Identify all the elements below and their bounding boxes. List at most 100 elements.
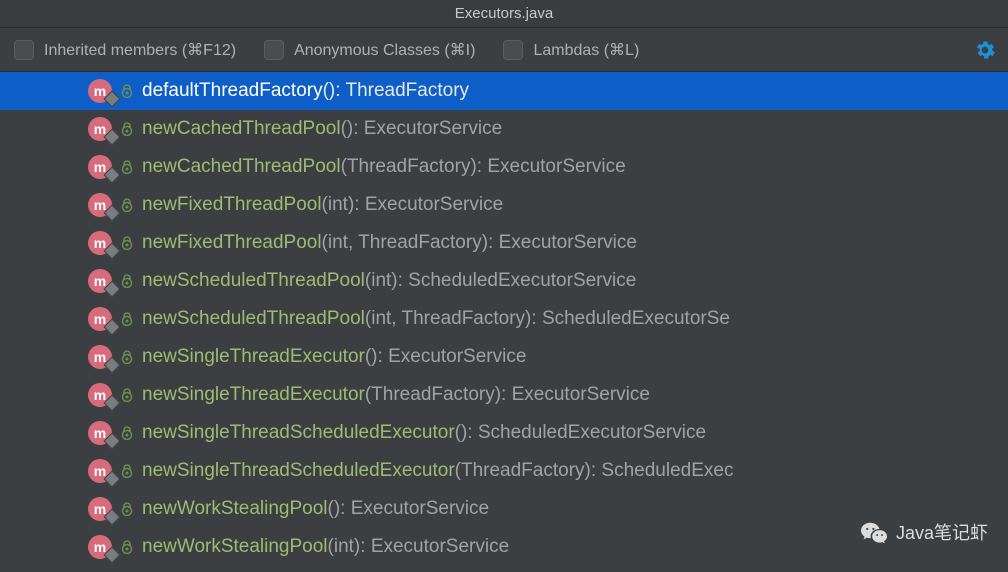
method-list: mdefaultThreadFactory(): ThreadFactorymn… (0, 72, 1008, 572)
window-title: Executors.java (0, 0, 1008, 28)
method-signature: newFixedThreadPool(int, ThreadFactory): … (142, 232, 637, 254)
visibility-icon (120, 312, 134, 326)
visibility-icon (120, 122, 134, 136)
method-name: newSingleThreadExecutor (142, 384, 365, 405)
method-icon: m (88, 459, 112, 483)
method-signature: newCachedThreadPool(ThreadFactory): Exec… (142, 156, 626, 178)
method-params: (): (323, 80, 346, 101)
method-signature: defaultThreadFactory(): ThreadFactory (142, 80, 469, 102)
method-icon: m (88, 535, 112, 559)
method-params: (ThreadFactory): (365, 384, 512, 405)
method-name: newWorkStealingPool (142, 498, 328, 519)
inherited-members-label: Inherited members (⌘F12) (44, 40, 236, 60)
method-signature: newCachedThreadPool(): ExecutorService (142, 118, 502, 140)
method-row[interactable]: m newSingleThreadExecutor(ThreadFactory):… (0, 376, 1008, 414)
method-row[interactable]: m newWorkStealingPool(): ExecutorService (0, 490, 1008, 528)
method-row[interactable]: m newSingleThreadScheduledExecutor(Thread… (0, 452, 1008, 490)
method-params: (): (328, 498, 351, 519)
method-row[interactable]: m newScheduledThreadPool(int, ThreadFacto… (0, 300, 1008, 338)
method-name: newSingleThreadExecutor (142, 346, 365, 367)
toolbar: Inherited members (⌘F12) Anonymous Class… (0, 28, 1008, 72)
method-signature: newSingleThreadScheduledExecutor(): Sche… (142, 422, 706, 444)
method-row[interactable]: m newSingleThreadScheduledExecutor(): Sch… (0, 414, 1008, 452)
visibility-icon (120, 274, 134, 288)
lambdas-checkbox[interactable] (503, 40, 523, 60)
visibility-icon (120, 84, 134, 98)
method-icon: m (88, 193, 112, 217)
method-name: newSingleThreadScheduledExecutor (142, 460, 455, 481)
method-return-type: ExecutorService (487, 156, 625, 177)
method-name: newCachedThreadPool (142, 118, 341, 139)
method-return-type: ScheduledExecutorService (478, 422, 706, 443)
method-params: (): (341, 118, 364, 139)
method-params: (int, ThreadFactory): (322, 232, 499, 253)
visibility-icon (120, 464, 134, 478)
method-params: (int): (322, 194, 365, 215)
visibility-icon (120, 198, 134, 212)
method-icon: m (88, 307, 112, 331)
method-signature: newSingleThreadExecutor(): ExecutorServi… (142, 346, 526, 368)
method-icon: m (88, 383, 112, 407)
method-row[interactable]: m newSingleThreadExecutor(): ExecutorServ… (0, 338, 1008, 376)
method-return-type: ExecutorService (512, 384, 650, 405)
method-icon: m (88, 155, 112, 179)
method-signature: newWorkStealingPool(): ExecutorService (142, 498, 489, 520)
method-icon: m (88, 269, 112, 293)
method-row[interactable]: m newCachedThreadPool(): ExecutorService (0, 110, 1008, 148)
visibility-icon (120, 540, 134, 554)
visibility-icon (120, 426, 134, 440)
method-row[interactable]: m defaultThreadFactory(): ThreadFactory (0, 72, 1008, 110)
lambdas-label: Lambdas (⌘L) (533, 40, 639, 60)
visibility-icon (120, 388, 134, 402)
method-return-type: ExecutorService (365, 194, 503, 215)
method-return-type: ScheduledExecutorSe (542, 308, 730, 329)
anonymous-classes-label: Anonymous Classes (⌘I) (294, 40, 475, 60)
method-row[interactable]: m newCachedThreadPool(ThreadFactory): Exe… (0, 148, 1008, 186)
method-name: newWorkStealingPool (142, 536, 328, 557)
method-return-type: ExecutorService (499, 232, 637, 253)
method-params: (): (365, 346, 388, 367)
method-name: newFixedThreadPool (142, 194, 322, 215)
method-name: defaultThreadFactory (142, 80, 323, 101)
method-icon: m (88, 231, 112, 255)
method-params: (int, ThreadFactory): (365, 308, 542, 329)
method-params: (ThreadFactory): (341, 156, 488, 177)
method-icon: m (88, 117, 112, 141)
method-name: newScheduledThreadPool (142, 308, 365, 329)
method-icon: m (88, 79, 112, 103)
visibility-icon (120, 236, 134, 250)
method-row[interactable]: m newWorkStealingPool(int): ExecutorServi… (0, 528, 1008, 566)
method-return-type: ExecutorService (388, 346, 526, 367)
inherited-members-checkbox[interactable] (14, 40, 34, 60)
method-row[interactable]: m newScheduledThreadPool(int): ScheduledE… (0, 262, 1008, 300)
method-return-type: ThreadFactory (345, 80, 469, 101)
method-return-type: ExecutorService (364, 118, 502, 139)
method-return-type: ScheduledExecutorService (408, 270, 636, 291)
method-signature: newSingleThreadScheduledExecutor(ThreadF… (142, 460, 733, 482)
method-signature: newScheduledThreadPool(int): ScheduledEx… (142, 270, 636, 292)
method-icon: m (88, 497, 112, 521)
method-return-type: ExecutorService (351, 498, 489, 519)
visibility-icon (120, 160, 134, 174)
method-signature: newScheduledThreadPool(int, ThreadFactor… (142, 308, 730, 330)
visibility-icon (120, 350, 134, 364)
anonymous-classes-checkbox[interactable] (264, 40, 284, 60)
method-params: (int): (365, 270, 408, 291)
method-signature: newFixedThreadPool(int): ExecutorService (142, 194, 503, 216)
method-row[interactable]: m newFixedThreadPool(int, ThreadFactory):… (0, 224, 1008, 262)
visibility-icon (120, 502, 134, 516)
method-params: (int): (328, 536, 371, 557)
title-text: Executors.java (455, 5, 553, 22)
method-signature: newSingleThreadExecutor(ThreadFactory): … (142, 384, 650, 406)
method-params: (ThreadFactory): (455, 460, 602, 481)
method-return-type: ScheduledExec (601, 460, 733, 481)
method-name: newFixedThreadPool (142, 232, 322, 253)
method-name: newCachedThreadPool (142, 156, 341, 177)
method-name: newScheduledThreadPool (142, 270, 365, 291)
method-return-type: ExecutorService (371, 536, 509, 557)
method-icon: m (88, 345, 112, 369)
method-icon: m (88, 421, 112, 445)
method-row[interactable]: m newFixedThreadPool(int): ExecutorServic… (0, 186, 1008, 224)
gear-icon[interactable] (974, 39, 996, 61)
method-params: (): (455, 422, 478, 443)
